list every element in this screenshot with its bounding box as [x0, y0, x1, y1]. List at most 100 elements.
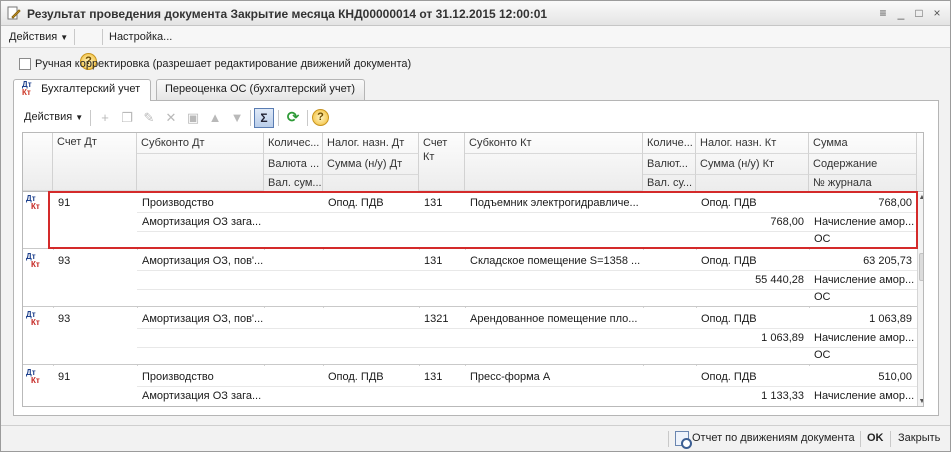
report-button[interactable]: Отчет по движениям документа — [692, 432, 855, 444]
copy-row-icon[interactable]: ❐ — [118, 109, 136, 127]
table-row[interactable]: Дт Кт 91 Производство Амортизация ОЗ зага… — [23, 192, 923, 249]
cell-subconto-dt-1[interactable]: Амортизация ОЗ, пов'... — [138, 310, 263, 329]
manual-correction-checkbox[interactable] — [19, 58, 31, 70]
move-up-icon[interactable]: ▲ — [206, 109, 224, 127]
cell-sum-nu-kt[interactable]: 768,00 — [697, 213, 808, 232]
cell-journal[interactable]: ОС — [810, 288, 916, 307]
table-row[interactable]: Дт Кт 91 Производство Амортизация ОЗ зага… — [23, 366, 923, 406]
cell-journal[interactable]: ОС — [810, 230, 916, 249]
cell-amount[interactable]: 1 063,89 — [810, 310, 916, 329]
cell-amount[interactable]: 768,00 — [810, 194, 916, 213]
tab-accounting[interactable]: Дт Кт Бухгалтерский учет — [13, 79, 151, 101]
close-button[interactable]: Закрыть — [898, 432, 940, 444]
cell-sum-nu-kt[interactable]: 55 440,28 — [697, 271, 808, 290]
actions-menu[interactable]: Действия ▼ — [9, 29, 68, 45]
cell-amount[interactable]: 510,00 — [810, 368, 916, 387]
cell-account-dt[interactable]: 93 — [54, 252, 136, 271]
bottom-bar: Отчет по движениям документа OK Закрыть — [1, 425, 950, 451]
cell-tax-dt[interactable]: Опод. ПДВ — [324, 194, 418, 213]
cell-account-dt[interactable]: 91 — [54, 194, 136, 213]
movements-grid[interactable]: Счет Дт Субконто Дт Количес... Валюта ..… — [22, 132, 924, 407]
cell-sum-nu-kt[interactable]: 1 133,33 — [697, 387, 808, 406]
scroll-up-icon[interactable]: ▲ — [918, 193, 923, 203]
cell-tax-kt[interactable]: Опод. ПДВ — [697, 252, 808, 271]
header-cur-sum-kt[interactable]: Вал. су... — [643, 175, 696, 192]
cell-sum-nu-kt[interactable]: 1 063,89 — [697, 329, 808, 348]
settings-menu[interactable]: Настройка... — [109, 29, 172, 45]
header-journal[interactable]: № журнала — [809, 175, 917, 192]
header-subconto-dt[interactable]: Субконто Дт — [137, 133, 264, 154]
cell-account-kt[interactable]: 1321 — [420, 310, 464, 329]
grid-scrollbar[interactable]: ▲ ▼ — [917, 193, 923, 406]
refresh-icon[interactable]: ⟳ — [283, 108, 303, 128]
ok-button[interactable]: OK — [867, 432, 884, 444]
window-menu-icon[interactable]: ≡ — [875, 5, 891, 21]
table-row[interactable]: Дт Кт 93 Амортизация ОЗ, пов'... 1321 Аре… — [23, 308, 923, 365]
table-row[interactable]: Дт Кт 93 Амортизация ОЗ, пов'... 131 Скла… — [23, 250, 923, 307]
cell-subconto-kt[interactable]: Складское помещение S=1358 ... — [466, 252, 642, 271]
cell-tax-kt[interactable]: Опод. ПДВ — [697, 368, 808, 387]
edit-row-icon[interactable]: ✎ — [140, 109, 158, 127]
close-icon[interactable]: × — [929, 5, 945, 21]
move-down-icon[interactable]: ▼ — [228, 109, 246, 127]
chevron-down-icon: ▼ — [60, 33, 69, 42]
header-account-kt[interactable]: Счет Кт — [419, 133, 465, 191]
header-currency-kt[interactable]: Валют... — [643, 154, 696, 175]
scroll-down-icon[interactable]: ▼ — [918, 397, 923, 406]
row-subline — [137, 270, 919, 271]
cell-account-dt[interactable]: 93 — [54, 310, 136, 329]
report-search-icon[interactable] — [675, 431, 692, 449]
bottom-separator — [890, 431, 891, 447]
cell-tax-dt[interactable]: Опод. ПДВ — [324, 368, 418, 387]
scroll-thumb[interactable] — [919, 253, 923, 281]
header-account-dt[interactable]: Счет Дт — [53, 133, 137, 191]
document-edit-icon — [7, 6, 21, 20]
cell-subconto-dt-1[interactable]: Амортизация ОЗ, пов'... — [138, 252, 263, 271]
cell-account-kt[interactable]: 131 — [420, 252, 464, 271]
header-content[interactable]: Содержание — [809, 154, 917, 175]
dt-kt-icon: Дт Кт — [22, 80, 32, 98]
cell-subconto-kt[interactable]: Пресс-форма А — [466, 368, 642, 387]
minimize-icon[interactable]: _ — [893, 5, 909, 21]
cell-subconto-kt[interactable]: Подъемник электрогидравличе... — [466, 194, 642, 213]
cell-subconto-dt-1[interactable]: Производство — [138, 194, 263, 213]
save-icon[interactable]: ▣ — [184, 109, 202, 127]
header-tax-kt[interactable]: Налог. назн. Кт — [696, 133, 809, 154]
bottom-separator — [860, 431, 861, 447]
header-qty-dt[interactable]: Количес... — [264, 133, 323, 154]
row-subline — [137, 386, 919, 387]
header-tax-dt[interactable]: Налог. назн. Дт — [323, 133, 419, 154]
cell-content[interactable]: Начисление амор... — [810, 387, 916, 406]
tab-revaluation[interactable]: Переоценка ОС (бухгалтерский учет) — [156, 79, 365, 100]
toolbar-separator — [307, 110, 308, 126]
tab-accounting-label: Бухгалтерский учет — [41, 83, 141, 95]
add-row-icon[interactable]: + — [96, 109, 114, 127]
cell-account-dt[interactable]: 91 — [54, 368, 136, 387]
cell-subconto-kt[interactable]: Арендованное помещение пло... — [466, 310, 642, 329]
cell-subconto-dt-1[interactable]: Производство — [138, 368, 263, 387]
dt-kt-icon: Дт Кт — [26, 368, 40, 385]
cell-journal[interactable]: ОС — [810, 346, 916, 365]
title-bar: Результат проведения документа Закрытие … — [1, 1, 950, 26]
maximize-icon[interactable]: □ — [911, 5, 927, 21]
header-qty-kt[interactable]: Количе... — [643, 133, 696, 154]
grid-help-button[interactable]: ? — [312, 109, 329, 126]
header-amount[interactable]: Сумма — [809, 133, 917, 154]
header-sum-nu-kt[interactable]: Сумма (н/у) Кт — [696, 154, 809, 175]
header-cur-sum-dt[interactable]: Вал. сум... — [264, 175, 323, 192]
cell-subconto-dt-2[interactable]: Амортизация ОЗ зага... — [138, 213, 263, 232]
sum-button[interactable]: Σ — [254, 108, 274, 128]
toolbar-separator — [250, 110, 251, 126]
cell-account-kt[interactable]: 131 — [420, 368, 464, 387]
header-sum-nu-dt[interactable]: Сумма (н/у) Дт — [323, 154, 419, 175]
actions-menu-label: Действия — [9, 31, 58, 43]
cell-tax-kt[interactable]: Опод. ПДВ — [697, 310, 808, 329]
header-subconto-kt[interactable]: Субконто Кт — [465, 133, 643, 154]
cell-amount[interactable]: 63 205,73 — [810, 252, 916, 271]
grid-actions-menu[interactable]: Действия ▼ — [24, 111, 83, 123]
header-currency-dt[interactable]: Валюта ... — [264, 154, 323, 175]
cell-subconto-dt-2[interactable]: Амортизация ОЗ зага... — [138, 387, 263, 406]
cell-tax-kt[interactable]: Опод. ПДВ — [697, 194, 808, 213]
delete-row-icon[interactable]: ✕ — [162, 109, 180, 127]
cell-account-kt[interactable]: 131 — [420, 194, 464, 213]
